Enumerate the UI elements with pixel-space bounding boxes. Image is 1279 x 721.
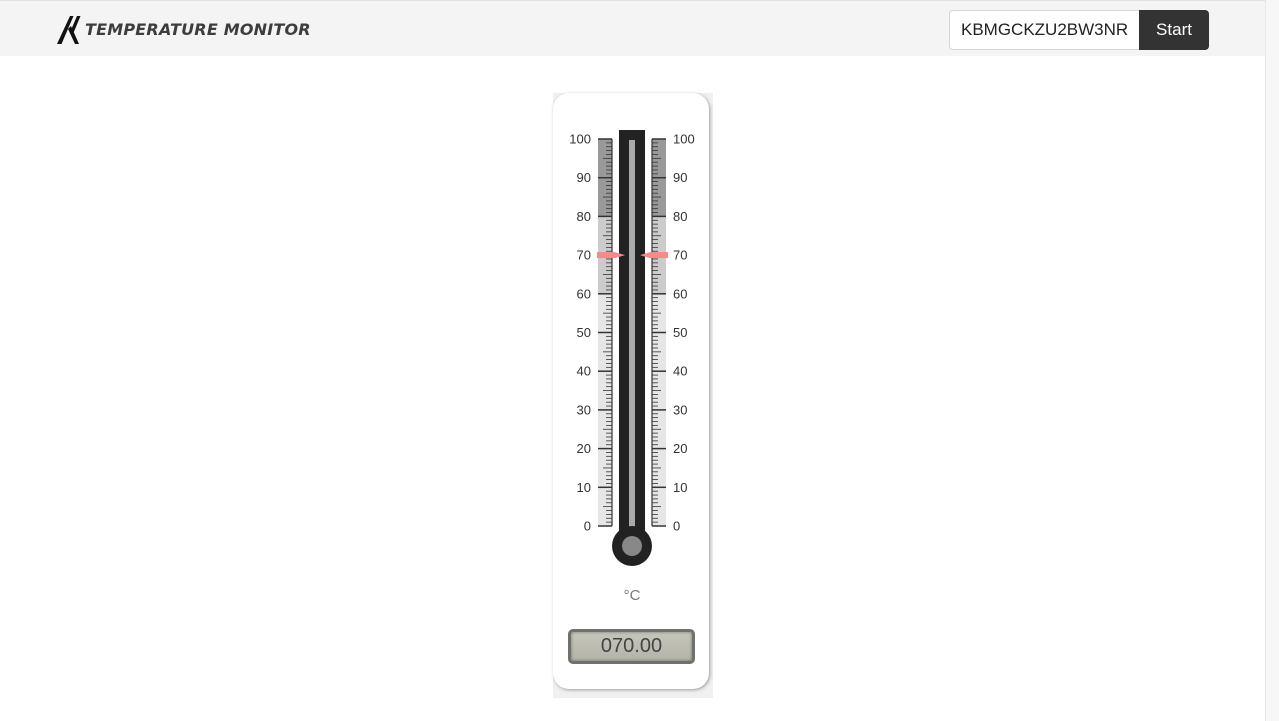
tick-label-right: 90: [673, 170, 687, 185]
tick-label-right: 10: [673, 480, 687, 495]
tick-label-left: 90: [577, 170, 591, 185]
algorand-logo-icon: [57, 16, 81, 44]
tick-label-left: 70: [577, 248, 591, 263]
tick-label-left: 0: [584, 519, 591, 534]
tick-label-left: 10: [577, 480, 591, 495]
unit-label: °C: [623, 587, 641, 604]
tick-label-left: 60: [577, 286, 591, 301]
tick-label-left: 40: [577, 364, 591, 379]
value-marker-right: [650, 252, 668, 259]
navbar: TEMPERATURE MONITOR Start: [0, 0, 1265, 56]
tick-label-left: 20: [577, 441, 591, 456]
tick-label-right: 0: [673, 519, 680, 534]
tick-label-left: 50: [577, 325, 591, 340]
value-marker-left: [597, 252, 615, 259]
thermometer-scale: 0 0 10 10 20 20 30 30 40 40 50 50 60 60 70 70 80 80 90 90 10…: [569, 130, 695, 566]
tick-label-right: 20: [673, 441, 687, 456]
tick-label-left: 100: [569, 132, 591, 147]
tick-label-right: 30: [673, 402, 687, 417]
tick-label-left: 30: [577, 402, 591, 417]
tick-label-right: 80: [673, 209, 687, 224]
tick-label-right: 70: [673, 248, 687, 263]
tick-label-right: 100: [673, 132, 695, 147]
tick-label-left: 80: [577, 209, 591, 224]
tick-label-right: 40: [673, 364, 687, 379]
page: TEMPERATURE MONITOR Start 0 0 10 10 20 20 30 30…: [0, 0, 1279, 721]
tick-label-right: 50: [673, 325, 687, 340]
tick-label-right: 60: [673, 286, 687, 301]
value-display: 070.00: [568, 629, 695, 664]
start-button[interactable]: Start: [1139, 10, 1209, 50]
brand[interactable]: TEMPERATURE MONITOR: [57, 14, 311, 44]
scrollbar[interactable]: [1265, 0, 1279, 721]
key-input[interactable]: [949, 10, 1139, 50]
mercury-column: [629, 140, 635, 540]
thermometer-bulb-fill: [622, 536, 642, 556]
app-title: TEMPERATURE MONITOR: [85, 19, 311, 39]
